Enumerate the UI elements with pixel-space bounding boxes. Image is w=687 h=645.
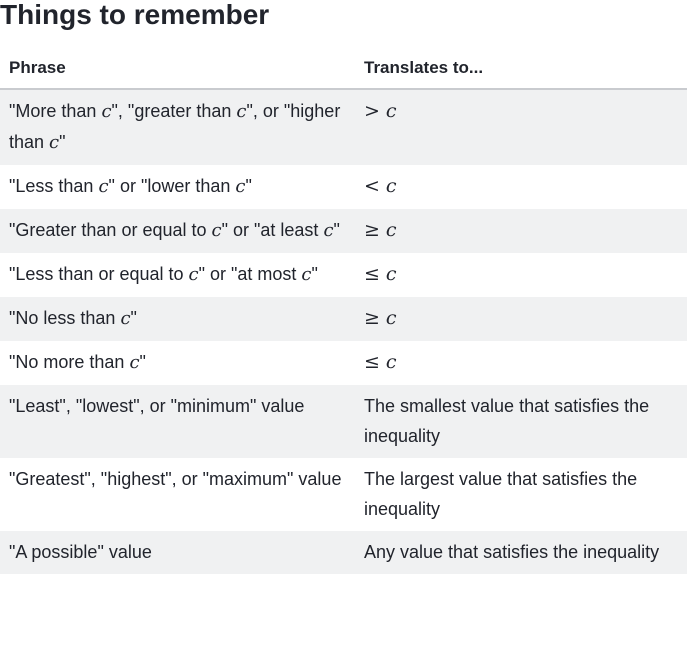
phrase-text: " or "at least bbox=[221, 220, 324, 240]
math-variable: c bbox=[385, 175, 397, 197]
inequality-expression: ≤ c bbox=[364, 263, 397, 285]
translation-cell: ≥ c bbox=[355, 297, 687, 341]
phrase-text: "Least", "lowest", or "minimum" value bbox=[9, 396, 305, 416]
phrase-text: ", "greater than bbox=[111, 101, 237, 121]
phrase-cell: "No less than c" bbox=[0, 297, 355, 341]
inequality-symbol: ≥ bbox=[364, 219, 380, 241]
math-variable: c bbox=[385, 219, 397, 241]
phrase-text: " or "at most bbox=[198, 264, 302, 284]
phrase-text: " bbox=[139, 352, 146, 372]
phrase-text: " or "lower than bbox=[108, 176, 236, 196]
math-variable: c bbox=[235, 176, 246, 197]
math-variable: c bbox=[129, 352, 140, 373]
phrase-text: "More than bbox=[9, 101, 102, 121]
phrase-text: " bbox=[130, 308, 137, 328]
table-header-row: Phrase Translates to... bbox=[0, 48, 687, 90]
table-row: "Less than or equal to c" or "at most c"… bbox=[0, 253, 687, 297]
translation-cell: The smallest value that satisfies the in… bbox=[355, 385, 687, 458]
table-row: "No less than c" ≥ c bbox=[0, 297, 687, 341]
phrase-translation-table: Phrase Translates to... "More than c", "… bbox=[0, 48, 687, 574]
phrase-cell: "Greater than or equal to c" or "at leas… bbox=[0, 209, 355, 253]
translation-text: The smallest value that satisfies the in… bbox=[364, 396, 650, 446]
table-row: "Less than c" or "lower than c" < c bbox=[0, 165, 687, 209]
phrase-text: "Less than bbox=[9, 176, 99, 196]
math-variable: c bbox=[301, 264, 312, 285]
math-variable: c bbox=[211, 220, 222, 241]
inequality-symbol: < bbox=[364, 175, 380, 197]
math-variable: c bbox=[120, 308, 131, 329]
table-row: "Least", "lowest", or "minimum" value The… bbox=[0, 385, 687, 458]
math-variable: c bbox=[98, 176, 109, 197]
math-variable: c bbox=[323, 220, 334, 241]
table-body: "More than c", "greater than c", or "hig… bbox=[0, 89, 687, 574]
phrase-text: "No more than bbox=[9, 352, 130, 372]
math-variable: c bbox=[101, 101, 112, 122]
inequality-symbol: > bbox=[364, 100, 380, 122]
table-row: "A possible" value Any value that satisfi… bbox=[0, 531, 687, 574]
phrase-text: " bbox=[59, 132, 66, 152]
phrase-cell: "More than c", "greater than c", or "hig… bbox=[0, 89, 355, 165]
table-row: "More than c", "greater than c", or "hig… bbox=[0, 89, 687, 165]
math-variable: c bbox=[385, 100, 397, 122]
inequality-symbol: ≤ bbox=[364, 351, 380, 373]
phrase-text: " bbox=[311, 264, 318, 284]
translation-cell: < c bbox=[355, 165, 687, 209]
translation-text: The largest value that satisfies the ine… bbox=[364, 469, 638, 519]
math-variable: c bbox=[385, 263, 397, 285]
translation-cell: > c bbox=[355, 89, 687, 165]
phrase-text: " bbox=[333, 220, 340, 240]
table-row: "Greater than or equal to c" or "at leas… bbox=[0, 209, 687, 253]
page: Things to remember Phrase Translates to.… bbox=[0, 0, 687, 645]
table-row: "Greatest", "highest", or "maximum" valu… bbox=[0, 458, 687, 531]
inequality-expression: < c bbox=[364, 175, 397, 197]
phrase-text: "No less than bbox=[9, 308, 121, 328]
phrase-cell: "A possible" value bbox=[0, 531, 355, 574]
translation-cell: The largest value that satisfies the ine… bbox=[355, 458, 687, 531]
translation-cell: Any value that satisfies the inequality bbox=[355, 531, 687, 574]
phrase-text: "Greater than or equal to bbox=[9, 220, 212, 240]
phrase-text: "A possible" value bbox=[9, 542, 152, 562]
phrase-cell: "Greatest", "highest", or "maximum" valu… bbox=[0, 458, 355, 531]
phrase-cell: "Less than or equal to c" or "at most c" bbox=[0, 253, 355, 297]
phrase-cell: "Less than c" or "lower than c" bbox=[0, 165, 355, 209]
translation-text: Any value that satisfies the inequality bbox=[364, 542, 660, 562]
phrase-cell: "No more than c" bbox=[0, 341, 355, 385]
translation-cell: ≤ c bbox=[355, 341, 687, 385]
math-variable: c bbox=[385, 351, 397, 373]
phrase-text: "Less than or equal to bbox=[9, 264, 189, 284]
phrase-text: "Greatest", "highest", or "maximum" valu… bbox=[9, 469, 342, 489]
math-variable: c bbox=[236, 101, 247, 122]
inequality-expression: ≤ c bbox=[364, 351, 397, 373]
phrase-cell: "Least", "lowest", or "minimum" value bbox=[0, 385, 355, 458]
column-header-phrase: Phrase bbox=[0, 48, 355, 90]
translation-cell: ≥ c bbox=[355, 209, 687, 253]
inequality-expression: ≥ c bbox=[364, 219, 397, 241]
math-variable: c bbox=[188, 264, 199, 285]
table-row: "No more than c" ≤ c bbox=[0, 341, 687, 385]
inequality-expression: ≥ c bbox=[364, 307, 397, 329]
inequality-symbol: ≤ bbox=[364, 263, 380, 285]
math-variable: c bbox=[385, 307, 397, 329]
inequality-expression: > c bbox=[364, 100, 397, 122]
translation-cell: ≤ c bbox=[355, 253, 687, 297]
section-title: Things to remember bbox=[0, 0, 270, 30]
column-header-translation: Translates to... bbox=[355, 48, 687, 90]
math-variable: c bbox=[49, 132, 60, 153]
phrase-text: " bbox=[245, 176, 252, 196]
inequality-symbol: ≥ bbox=[364, 307, 380, 329]
